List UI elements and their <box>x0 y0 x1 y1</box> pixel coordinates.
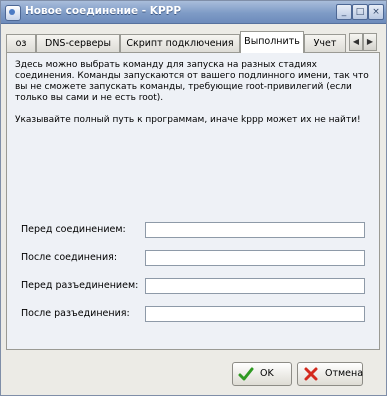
before-connect-label: Перед соединением: <box>21 224 126 235</box>
kppp-window: Новое соединение - KPPP _ □ × оз DNS-сер… <box>0 0 387 396</box>
tab-dns-servers[interactable]: DNS-серверы <box>36 34 120 52</box>
after-disconnect-label: После разъединения: <box>21 308 130 319</box>
after-disconnect-input[interactable] <box>145 306 365 322</box>
before-connect-input[interactable] <box>145 222 365 238</box>
tab-scroll-left-icon[interactable]: ◀ <box>349 33 363 51</box>
description-text: Здесь можно выбрать команду для запуска … <box>15 60 369 125</box>
ok-button[interactable]: OK <box>232 362 292 386</box>
minimize-button[interactable]: _ <box>336 4 352 20</box>
cancel-label: Отмена <box>325 368 364 379</box>
check-icon <box>238 367 254 381</box>
before-disconnect-label: Перед разъединением: <box>21 280 139 291</box>
before-disconnect-input[interactable] <box>145 278 365 294</box>
after-connect-input[interactable] <box>145 250 365 266</box>
dialog-content: оз DNS-серверы Скрипт подключения Выполн… <box>6 31 380 351</box>
cancel-button[interactable]: Отмена <box>297 362 363 386</box>
maximize-button[interactable]: □ <box>352 4 368 20</box>
cross-icon <box>304 367 318 381</box>
window-title: Новое соединение - KPPP <box>25 5 182 17</box>
ok-label: OK <box>260 368 274 379</box>
app-icon <box>5 5 21 21</box>
after-connect-label: После соединения: <box>21 252 118 263</box>
tab-accounting[interactable]: Учет <box>304 34 346 52</box>
close-button[interactable]: × <box>368 4 384 20</box>
tab-partial[interactable]: оз <box>6 34 36 52</box>
tab-bar: оз DNS-серверы Скрипт подключения Выполн… <box>6 31 380 53</box>
tab-scroll-right-icon[interactable]: ▶ <box>363 33 377 51</box>
title-bar[interactable]: Новое соединение - KPPP _ □ × <box>1 1 386 24</box>
tab-connect-script[interactable]: Скрипт подключения <box>120 34 240 52</box>
tab-execute[interactable]: Выполнить <box>240 31 304 53</box>
execute-panel: Здесь можно выбрать команду для запуска … <box>6 52 380 350</box>
